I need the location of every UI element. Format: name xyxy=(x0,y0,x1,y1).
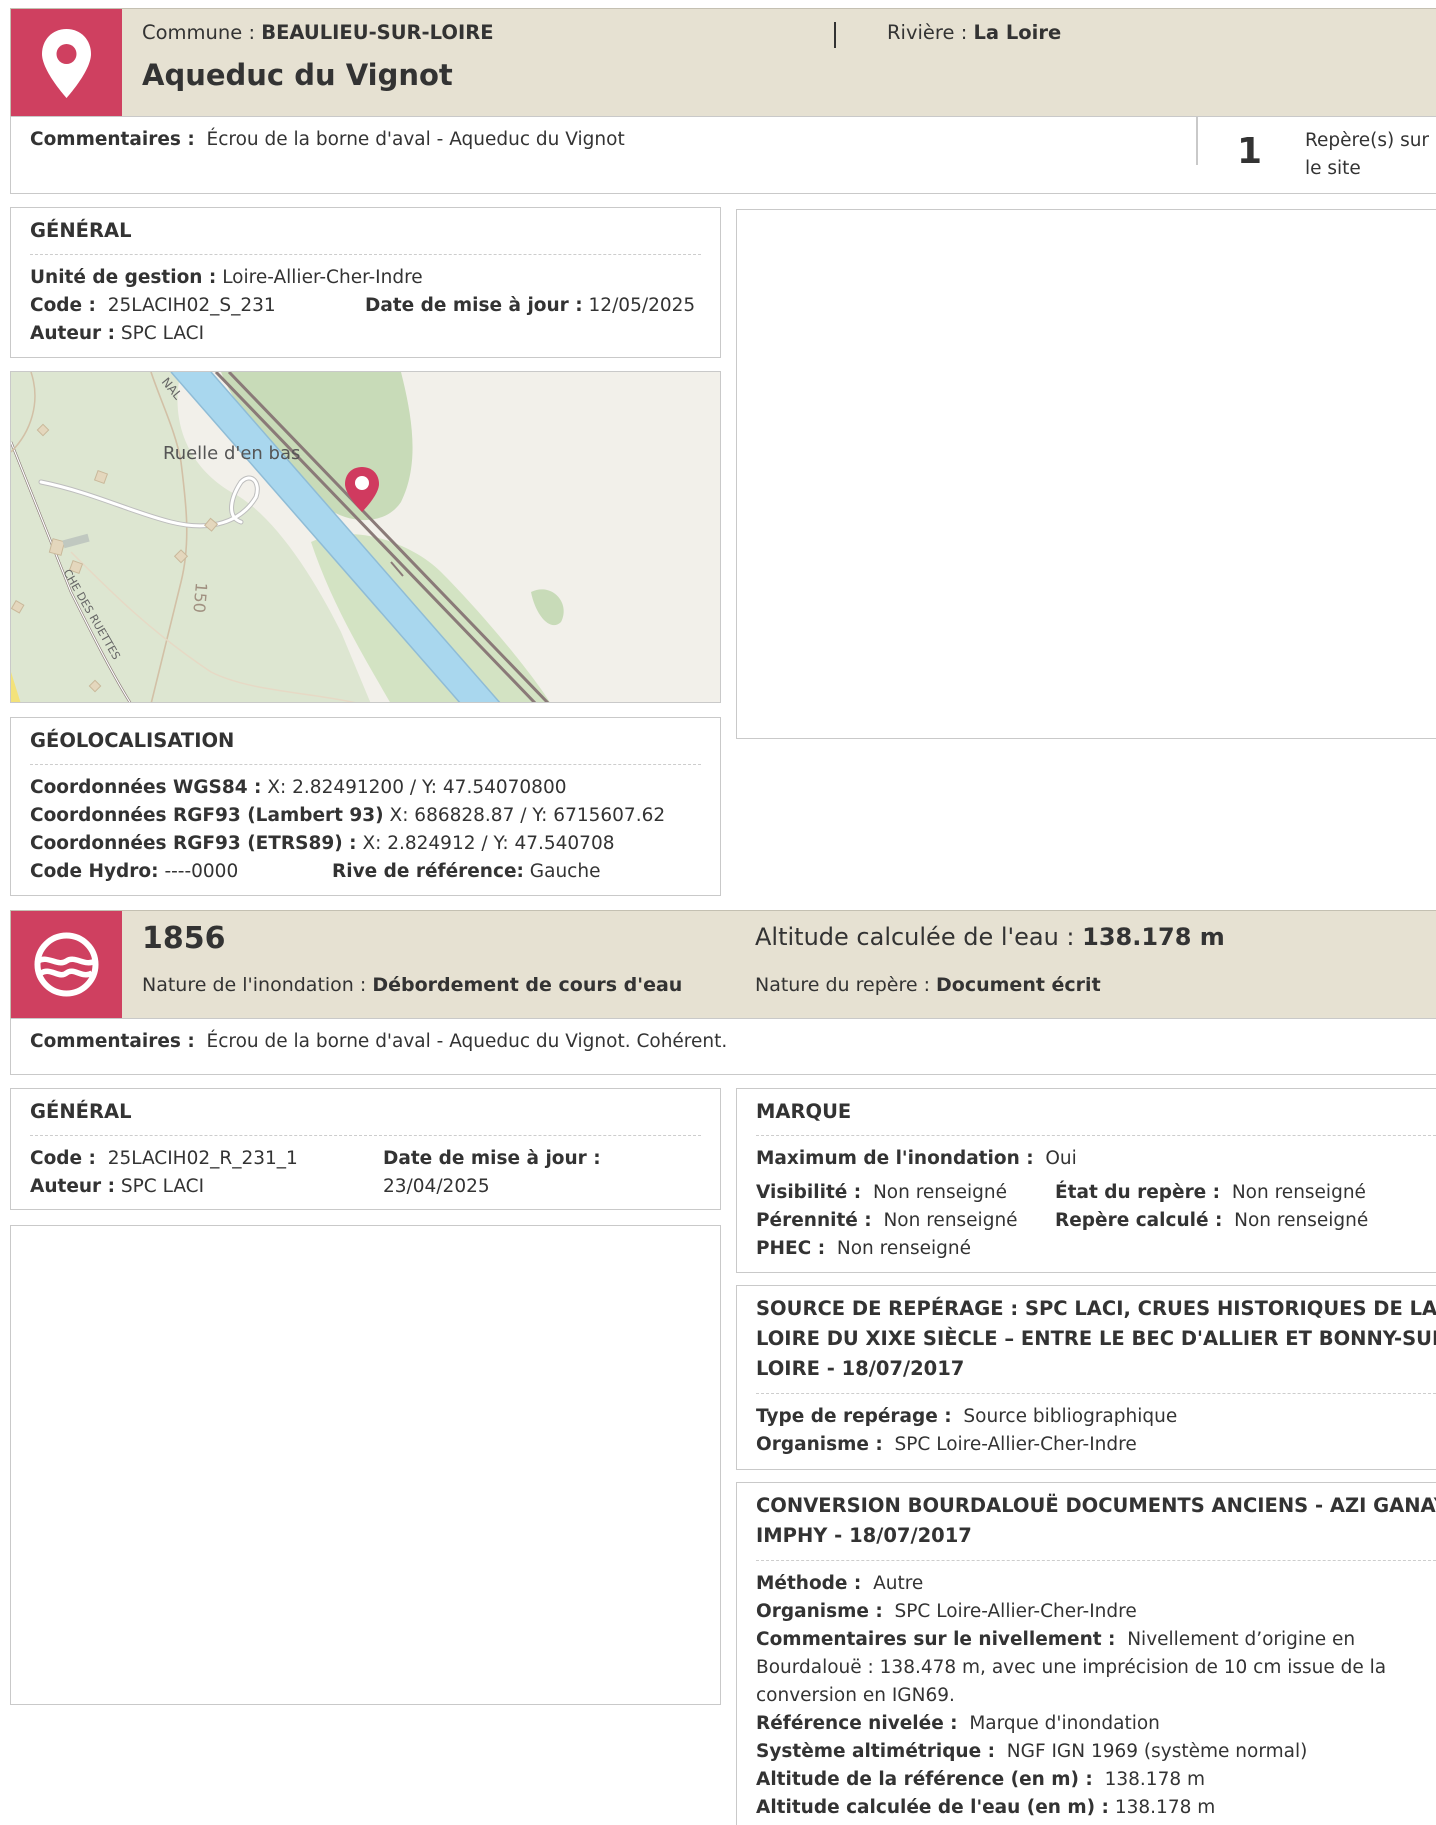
separator xyxy=(30,764,701,765)
repere-altitude-value: 138.178 m xyxy=(1082,923,1225,951)
systeme-row: Système altimétrique : NGF IGN 1969 (sys… xyxy=(756,1741,1308,1762)
map-label-ruelle: Ruelle d'en bas xyxy=(163,443,300,464)
source-title: SOURCE DE REPÉRAGE : SPC LACI, CRUES HIS… xyxy=(756,1297,1436,1380)
repere-nature-inondation: Nature de l'inondation : Débordement de … xyxy=(142,974,683,996)
methode-row: Méthode : Autre xyxy=(756,1573,924,1594)
code-row: Code : 25LACIH02_S_231 xyxy=(30,295,276,316)
etat-row: État du repère : Non renseigné xyxy=(1055,1182,1366,1203)
repere-count: 1 xyxy=(1237,131,1263,172)
riviere: Rivière : La Loire xyxy=(887,21,1062,44)
separator xyxy=(756,1393,1436,1394)
repere-general-panel: GÉNÉRAL Code : 25LACIH02_R_231_1 Date de… xyxy=(10,1088,721,1210)
water-wave-icon xyxy=(34,932,99,997)
rive-row: Rive de référence: Gauche xyxy=(332,861,601,882)
separator xyxy=(756,1135,1436,1136)
altitude-eau-row: Altitude calculée de l'eau (en m) : 138.… xyxy=(756,1797,1216,1818)
auteur-row: Auteur : SPC LACI xyxy=(30,1176,205,1197)
map-canvas: Ruelle d'en bas NAL 150 CHE DES RUETTES xyxy=(11,372,720,702)
repere-header: 1856 Altitude calculée de l'eau : 138.17… xyxy=(10,910,1436,1019)
repere-icon-box xyxy=(11,911,122,1018)
separator xyxy=(756,1560,1436,1561)
repere-count-label: Repère(s) sur le site xyxy=(1305,130,1430,179)
map-label-road: 150 xyxy=(189,582,211,614)
type-row: Type de repérage : Source bibliographiqu… xyxy=(756,1406,1178,1427)
wgs-row: Coordonnées WGS84 : X: 2.82491200 / Y: 4… xyxy=(30,777,567,798)
commune: Commune : BEAULIEU-SUR-LOIRE xyxy=(142,21,494,44)
reference-row: Référence nivelée : Marque d'inondation xyxy=(756,1713,1160,1734)
rgf-lambert-row: Coordonnées RGF93 (Lambert 93) X: 686828… xyxy=(30,805,666,826)
nivellement-comment-line-3: conversion en IGN69. xyxy=(756,1685,955,1706)
map-pin-icon xyxy=(42,29,91,98)
repere-nature-repere: Nature du repère : Document écrit xyxy=(755,974,1101,996)
site-map[interactable]: Ruelle d'en bas NAL 150 CHE DES RUETTES xyxy=(10,371,721,703)
nivellement-comment-line-2: Bourdalouë : 138.478 m, avec une impréci… xyxy=(756,1657,1387,1678)
unite-row: Unité de gestion : Loire-Allier-Cher-Ind… xyxy=(30,267,423,288)
site-general-title: GÉNÉRAL xyxy=(30,219,132,242)
site-photo-panel xyxy=(736,209,1436,739)
site-icon-box xyxy=(11,9,122,116)
hydro-row: Code Hydro: ----0000 xyxy=(30,861,239,882)
rgf-etrs-row: Coordonnées RGF93 (ETRS89) : X: 2.824912… xyxy=(30,833,615,854)
geoloc-title: GÉOLOCALISATION xyxy=(30,729,235,752)
commune-value: BEAULIEU-SUR-LOIRE xyxy=(261,21,494,44)
source-panel: SOURCE DE REPÉRAGE : SPC LACI, CRUES HIS… xyxy=(736,1285,1436,1470)
organisme-row: Organisme : SPC Loire-Allier-Cher-Indre xyxy=(756,1601,1137,1622)
repere-general-title: GÉNÉRAL xyxy=(30,1100,132,1123)
separator xyxy=(30,254,701,255)
nivellement-comment-row: Commentaires sur le nivellement : Nivell… xyxy=(756,1629,1356,1650)
repere-comment-bar: Commentaires : Écrou de la borne d'aval … xyxy=(10,1018,1436,1075)
repere-comment: Commentaires : Écrou de la borne d'aval … xyxy=(30,1031,728,1052)
auteur-row: Auteur : SPC LACI xyxy=(30,323,205,344)
calcule-row: Repère calculé : Non renseigné xyxy=(1055,1210,1369,1231)
conversion-panel: CONVERSION BOURDALOUË DOCUMENTS ANCIENS … xyxy=(736,1482,1436,1825)
code-row: Code : 25LACIH02_R_231_1 xyxy=(30,1148,298,1169)
repere-photo-panel xyxy=(10,1225,721,1705)
date-row: Date de mise à jour : 23/04/2025 xyxy=(383,1148,601,1197)
repere-year: 1856 xyxy=(142,921,226,956)
riviere-value: La Loire xyxy=(973,21,1062,44)
visibilite-row: Visibilité : Non renseigné xyxy=(756,1182,1008,1203)
separator xyxy=(30,1135,701,1136)
altitude-reference-row: Altitude de la référence (en m) : 138.17… xyxy=(756,1769,1206,1790)
site-comment-bar: Commentaires : Écrou de la borne d'aval … xyxy=(10,116,1436,194)
organisme-row: Organisme : SPC Loire-Allier-Cher-Indre xyxy=(756,1434,1137,1455)
marque-title: MARQUE xyxy=(756,1100,852,1123)
conversion-title: CONVERSION BOURDALOUË DOCUMENTS ANCIENS … xyxy=(756,1494,1436,1547)
site-general-panel: GÉNÉRAL Unité de gestion : Loire-Allier-… xyxy=(10,207,721,358)
perennite-row: Pérennité : Non renseigné xyxy=(756,1210,1018,1231)
repere-altitude: Altitude calculée de l'eau : 138.178 m xyxy=(755,923,1225,951)
header-divider xyxy=(834,22,836,48)
date-row: Date de mise à jour : 12/05/2025 xyxy=(365,295,696,316)
geoloc-panel: GÉOLOCALISATION Coordonnées WGS84 : X: 2… xyxy=(10,717,721,896)
max-row: Maximum de l'inondation : Oui xyxy=(756,1148,1077,1169)
site-comment: Commentaires : Écrou de la borne d'aval … xyxy=(30,129,625,150)
repere-divider xyxy=(1196,117,1198,165)
site-title: Aqueduc du Vignot xyxy=(142,58,453,92)
marque-panel: MARQUE Maximum de l'inondation : Oui Vis… xyxy=(736,1088,1436,1273)
site-header: Commune : BEAULIEU-SUR-LOIRE Rivière : L… xyxy=(10,8,1436,117)
phec-row: PHEC : Non renseigné xyxy=(756,1238,971,1259)
